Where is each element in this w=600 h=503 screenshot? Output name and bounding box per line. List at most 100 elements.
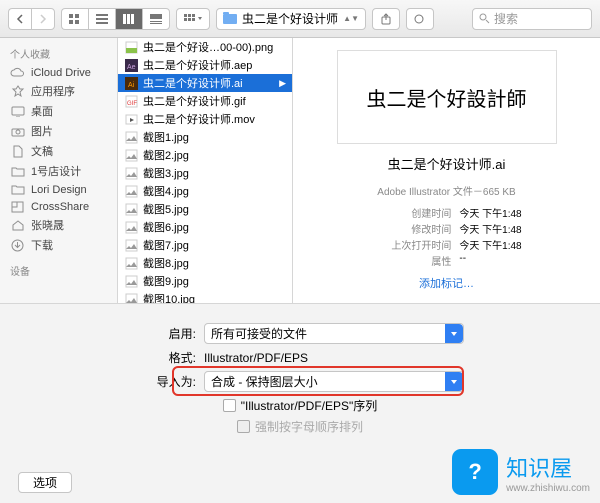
file-row[interactable]: 虫二是个好设计师.mov [118,110,292,128]
share-button[interactable] [372,8,400,30]
file-icon [124,130,138,144]
svg-text:GIF: GIF [127,101,137,107]
file-row[interactable]: 截图7.jpg [118,236,292,254]
file-row[interactable]: 截图8.jpg [118,254,292,272]
sidebar-item-2[interactable]: 桌面 [0,101,117,121]
file-row[interactable]: 截图10.jpg [118,290,292,303]
file-icon: GIF [124,94,138,108]
format-value: Illustrator/PDF/EPS [204,351,464,365]
search-input[interactable]: 搜索 [472,8,592,30]
sidebar-item-label: iCloud Drive [31,67,91,79]
file-row[interactable]: 截图1.jpg [118,128,292,146]
file-row[interactable]: 截图3.jpg [118,164,292,182]
file-name: 截图8.jpg [143,255,189,271]
file-icon [124,274,138,288]
back-button[interactable] [8,8,31,30]
sidebar-item-label: 张晓晟 [31,217,64,233]
file-row[interactable]: 虫二是个好设…00-00).png [118,38,292,56]
file-name: 虫二是个好设计师.gif [143,93,246,109]
alpha-checkbox [237,420,250,433]
home-icon [10,219,25,232]
file-icon: Ai [124,76,138,90]
sidebar-item-label: 文稿 [31,143,53,159]
file-icon [124,148,138,162]
sequence-checkbox[interactable] [223,399,236,412]
sidebar-item-label: 桌面 [31,103,53,119]
search-icon [479,13,490,24]
sidebar-item-label: 图片 [31,123,53,139]
file-name: 截图10.jpg [143,291,195,303]
column-view-button[interactable] [115,8,142,30]
preview-thumbnail: 虫二是个好設計師 [337,50,557,144]
sidebar-item-3[interactable]: 图片 [0,121,117,141]
sidebar-item-0[interactable]: iCloud Drive [0,64,117,81]
enable-label: 启用: [136,325,196,342]
sidebar-item-8[interactable]: 张晓晟 [0,215,117,235]
file-icon [124,184,138,198]
view-segment [61,8,170,30]
file-icon [124,112,138,126]
sidebar-item-4[interactable]: 文稿 [0,141,117,161]
toolbar: 虫二是个好设计师 ▲▼ 搜索 [0,0,600,38]
group-button[interactable] [176,8,210,30]
file-icon [124,256,138,270]
sidebar-item-7[interactable]: CrossShare [0,198,117,215]
sidebar-item-label: 下载 [31,237,53,253]
forward-button[interactable] [31,8,55,30]
watermark: ? 知识屋 www.zhishiwu.com [452,449,590,495]
import-select[interactable]: 合成 - 保持图层大小 [204,371,464,392]
folder-icon [223,14,237,24]
list-view-button[interactable] [88,8,115,30]
sidebar: 个人收藏 iCloud Drive 应用程序桌面图片文稿 1号店设计 Lori Des… [0,38,118,303]
file-icon [124,238,138,252]
sidebar-item-9[interactable]: 下载 [0,235,117,255]
file-name: 虫二是个好设…00-00).png [143,39,273,55]
sidebar-item-1[interactable]: 应用程序 [0,81,117,101]
file-name: 截图9.jpg [143,273,189,289]
svg-text:Ae: Ae [127,64,136,71]
sidebar-item-label: CrossShare [31,201,89,213]
coverflow-view-button[interactable] [142,8,170,30]
path-label: 虫二是个好设计师 [242,10,338,27]
file-row[interactable]: Ai 虫二是个好设计师.ai ▶ [118,74,292,92]
file-name: 截图2.jpg [143,147,189,163]
enable-select[interactable]: 所有可接受的文件 [204,323,464,344]
add-tag-link[interactable]: 添加标记… [419,275,474,291]
file-row[interactable]: 截图4.jpg [118,182,292,200]
file-name: 截图5.jpg [143,201,189,217]
path-dropdown[interactable]: 虫二是个好设计师 ▲▼ [216,8,366,30]
file-name: 虫二是个好设计师.ai [143,75,243,91]
icon-view-button[interactable] [61,8,88,30]
sidebar-item-5[interactable]: 1号店设计 [0,161,117,181]
file-row[interactable]: GIF 虫二是个好设计师.gif [118,92,292,110]
chevron-right-icon: ▶ [279,78,286,89]
sidebar-item-label: 1号店设计 [31,163,81,179]
preview-kv: 修改时间今天 下午1:48 [371,221,521,236]
download-icon [10,239,25,252]
preview-kv: 创建时间今天 下午1:48 [371,205,521,220]
share-icon [10,200,25,213]
sidebar-header-fav: 个人收藏 [0,44,117,64]
tags-button[interactable] [406,8,434,30]
watermark-text: 知识屋 [506,451,590,483]
file-row[interactable]: 截图6.jpg [118,218,292,236]
file-row[interactable]: Ae虫二是个好设计师.aep [118,56,292,74]
watermark-sub: www.zhishiwu.com [506,483,590,494]
preview-filename: 虫二是个好设计师.ai [388,154,506,173]
camera-icon [10,125,25,138]
preview-pane: 虫二是个好設計師 虫二是个好设计师.ai Adobe Illustrator 文… [293,38,600,303]
file-name: 虫二是个好设计师.mov [143,111,255,127]
sequence-label: "Illustrator/PDF/EPS"序列 [241,397,378,414]
options-button[interactable]: 选项 [18,472,72,493]
desktop-icon [10,105,25,118]
file-row[interactable]: 截图2.jpg [118,146,292,164]
svg-text:Ai: Ai [128,82,135,89]
file-row[interactable]: 截图9.jpg [118,272,292,290]
file-row[interactable]: 截图5.jpg [118,200,292,218]
main-area: 个人收藏 iCloud Drive 应用程序桌面图片文稿 1号店设计 Lori Des… [0,38,600,303]
preview-meta: Adobe Illustrator 文件－665 KB [377,183,515,198]
format-label: 格式: [136,349,196,366]
alpha-label: 强制按字母顺序排列 [255,418,363,435]
file-list[interactable]: 虫二是个好设…00-00).pngAe虫二是个好设计师.aep Ai 虫二是个好设计… [118,38,293,303]
sidebar-item-6[interactable]: Lori Design [0,181,117,198]
